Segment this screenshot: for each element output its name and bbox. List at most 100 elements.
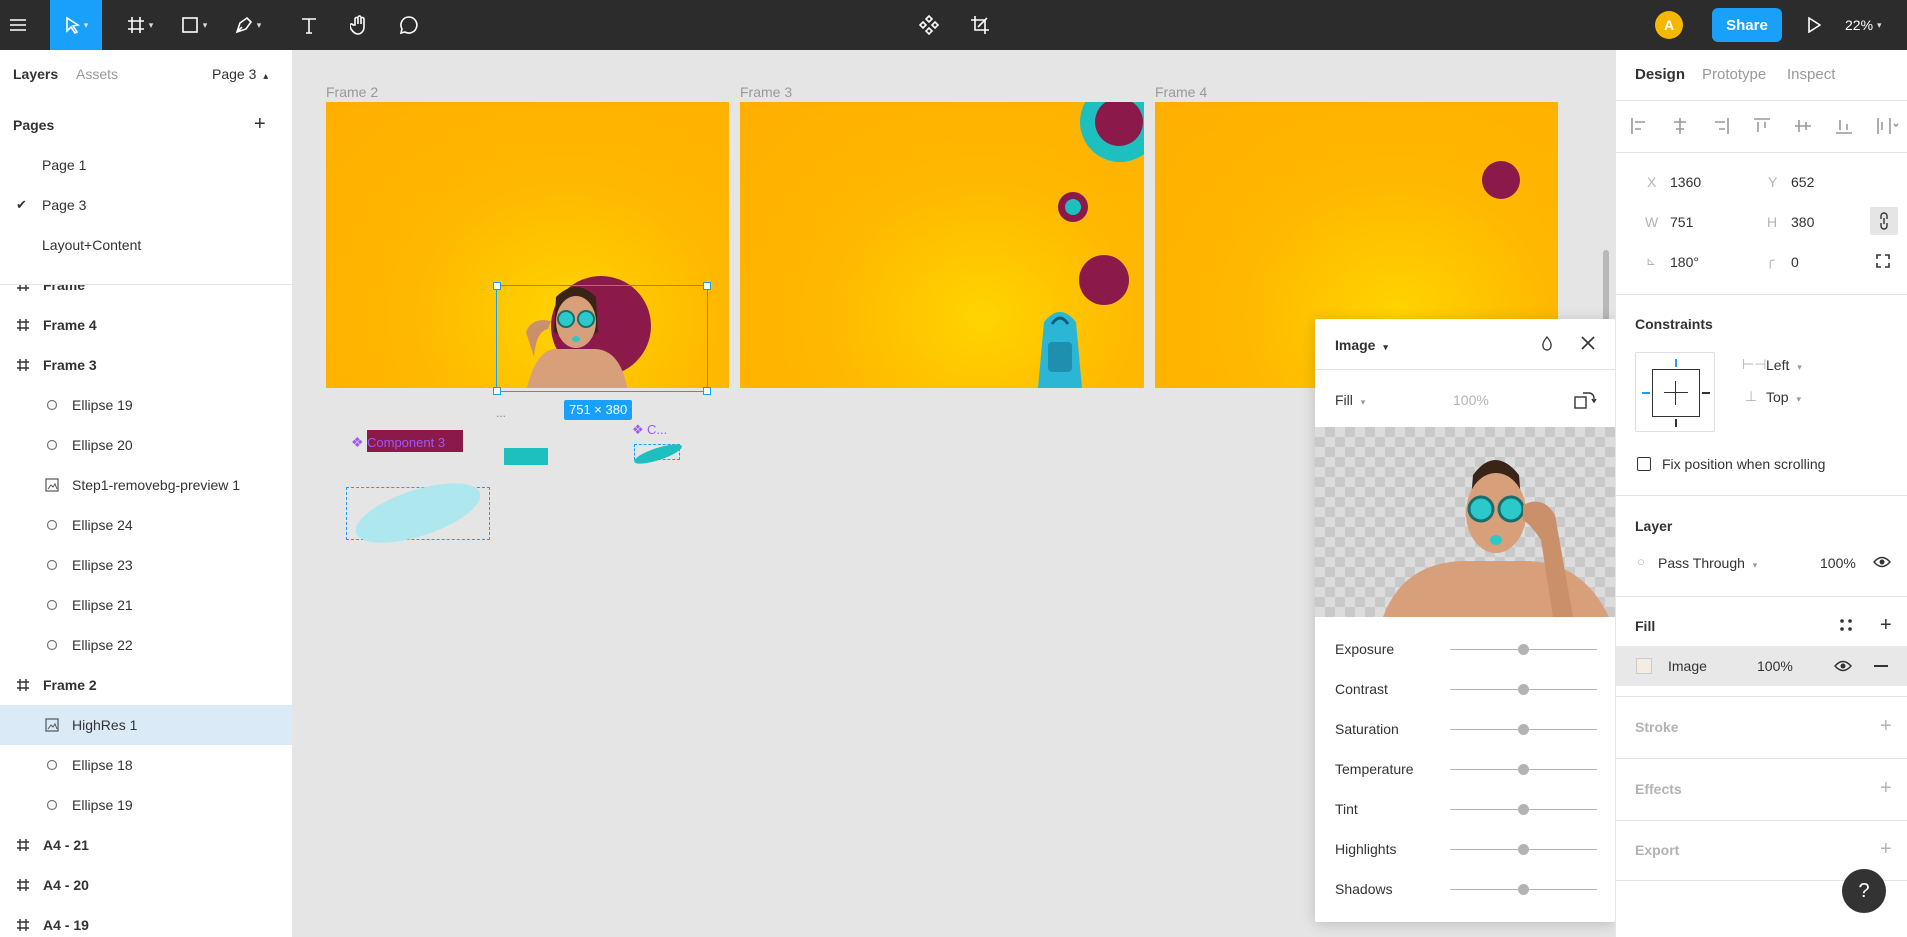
frame-label[interactable]: Frame 2 (326, 84, 378, 100)
fill-styles-button[interactable] (1839, 618, 1853, 635)
add-page-button[interactable]: + (254, 113, 266, 136)
layer-row[interactable]: Ellipse 24 (0, 505, 292, 545)
align-right-icon[interactable] (1712, 117, 1730, 135)
page-switcher[interactable]: Page 3 ▴ (212, 66, 268, 82)
rotation-input[interactable]: 180° (1670, 254, 1699, 270)
component-label[interactable]: Component 3 (367, 435, 445, 450)
frame-tool-button[interactable]: ▾ (118, 0, 162, 50)
teal-rectangle[interactable] (504, 448, 548, 465)
add-fill-button[interactable]: + (1880, 615, 1892, 635)
slider-knob[interactable] (1518, 884, 1529, 895)
layer-opacity-input[interactable]: 100% (1820, 555, 1856, 571)
pen-tool-button[interactable]: ▾ (226, 0, 270, 50)
fill-mode-dropdown[interactable]: Fill ▾ (1335, 392, 1365, 408)
main-menu-button[interactable] (0, 0, 36, 50)
layer-row[interactable]: A4 - 20 (0, 865, 292, 905)
adjustment-slider[interactable] (1450, 764, 1597, 775)
constraint-left[interactable] (1642, 392, 1650, 394)
crop-button[interactable] (962, 0, 998, 50)
horizontal-constraint-dropdown[interactable]: Left ▾ (1766, 357, 1802, 373)
slider-knob[interactable] (1518, 644, 1529, 655)
components-button[interactable] (911, 0, 947, 50)
help-button[interactable]: ? (1842, 869, 1886, 913)
hand-tool-button[interactable] (341, 0, 377, 50)
adjustment-slider[interactable] (1450, 684, 1597, 695)
component-short-label[interactable]: C... (647, 422, 667, 437)
adjustment-slider[interactable] (1450, 804, 1597, 815)
layer-row[interactable]: Frame (0, 285, 292, 305)
page-item[interactable]: ✔ Page 3 (0, 185, 292, 225)
layer-row[interactable]: Frame 2 (0, 665, 292, 705)
close-popup-button[interactable] (1579, 334, 1597, 355)
align-left-icon[interactable] (1630, 117, 1648, 135)
page-item[interactable]: Layout+Content (0, 225, 292, 265)
layer-row[interactable]: A4 - 21 (0, 825, 292, 865)
rotate-image-button[interactable] (1573, 389, 1597, 414)
tab-assets[interactable]: Assets (76, 66, 118, 82)
adjustment-slider[interactable] (1450, 844, 1597, 855)
layer-row[interactable]: Ellipse 19 (0, 785, 292, 825)
tab-inspect[interactable]: Inspect (1787, 66, 1835, 83)
vertical-constraint-dropdown[interactable]: Top ▾ (1766, 389, 1801, 405)
text-tool-button[interactable] (291, 0, 327, 50)
comment-tool-button[interactable] (391, 0, 427, 50)
align-top-icon[interactable] (1753, 117, 1771, 135)
slider-knob[interactable] (1518, 684, 1529, 695)
fill-opacity-input[interactable]: 100% (1757, 658, 1793, 674)
move-tool-button[interactable]: ▾ (50, 0, 102, 50)
component-instance[interactable] (632, 440, 684, 468)
fill-row[interactable]: Image 100% (1616, 646, 1907, 686)
layer-row[interactable]: HighRes 1 (0, 705, 292, 745)
layer-row[interactable]: A4 - 19 (0, 905, 292, 937)
add-stroke-button[interactable]: + (1880, 716, 1892, 736)
layer-row[interactable]: Frame 3 (0, 345, 292, 385)
layer-row[interactable]: Ellipse 22 (0, 625, 292, 665)
page-item[interactable]: Page 1 (0, 145, 292, 185)
layer-row[interactable]: Frame 4 (0, 305, 292, 345)
image-thumbnail-icon[interactable] (1636, 658, 1652, 674)
frame-3[interactable] (740, 102, 1144, 388)
tab-prototype[interactable]: Prototype (1702, 66, 1766, 83)
frame-label[interactable]: Frame 4 (1155, 84, 1207, 100)
style-button[interactable] (1539, 335, 1555, 354)
avatar[interactable]: A (1655, 11, 1683, 39)
resize-handle[interactable] (703, 387, 711, 395)
layer-row[interactable]: Ellipse 23 (0, 545, 292, 585)
selection-box[interactable] (493, 282, 711, 395)
adjustment-slider[interactable] (1450, 724, 1597, 735)
fill-visibility-toggle[interactable] (1834, 659, 1852, 676)
fix-position-checkbox[interactable] (1637, 457, 1651, 471)
constrain-proportions-button[interactable] (1870, 207, 1898, 235)
slider-knob[interactable] (1518, 764, 1529, 775)
shape-tool-button[interactable]: ▾ (172, 0, 216, 50)
radius-input[interactable]: 0 (1791, 254, 1799, 270)
tab-design[interactable]: Design (1635, 66, 1685, 83)
constraint-top[interactable] (1675, 359, 1677, 367)
resize-handle[interactable] (493, 282, 501, 290)
align-bottom-icon[interactable] (1835, 117, 1853, 135)
x-input[interactable]: 1360 (1670, 174, 1701, 190)
w-input[interactable]: 751 (1670, 214, 1693, 230)
image-type-dropdown[interactable]: Image ▾ (1335, 337, 1388, 353)
layer-visibility-toggle[interactable] (1873, 555, 1891, 572)
align-center-v-icon[interactable] (1794, 117, 1812, 135)
layer-row[interactable]: Ellipse 20 (0, 425, 292, 465)
tab-layers[interactable]: Layers (13, 66, 58, 82)
distribute-icon[interactable] (1876, 117, 1900, 135)
layer-row[interactable]: Ellipse 19 (0, 385, 292, 425)
component-instance[interactable] (346, 471, 490, 555)
remove-fill-button[interactable] (1874, 665, 1888, 667)
constraint-right[interactable] (1702, 392, 1710, 394)
y-input[interactable]: 652 (1791, 174, 1814, 190)
constraints-widget[interactable] (1635, 352, 1715, 432)
layer-row[interactable]: Ellipse 18 (0, 745, 292, 785)
resize-handle[interactable] (493, 387, 501, 395)
h-input[interactable]: 380 (1791, 214, 1814, 230)
layer-row[interactable]: Step1-removebg-preview 1 (0, 465, 292, 505)
add-effect-button[interactable]: + (1880, 778, 1892, 798)
adjustment-slider[interactable] (1450, 884, 1597, 895)
share-button[interactable]: Share (1712, 8, 1782, 42)
blend-mode-dropdown[interactable]: Pass Through ▾ (1658, 555, 1757, 571)
add-export-button[interactable]: + (1880, 839, 1892, 859)
present-button[interactable] (1798, 0, 1830, 50)
